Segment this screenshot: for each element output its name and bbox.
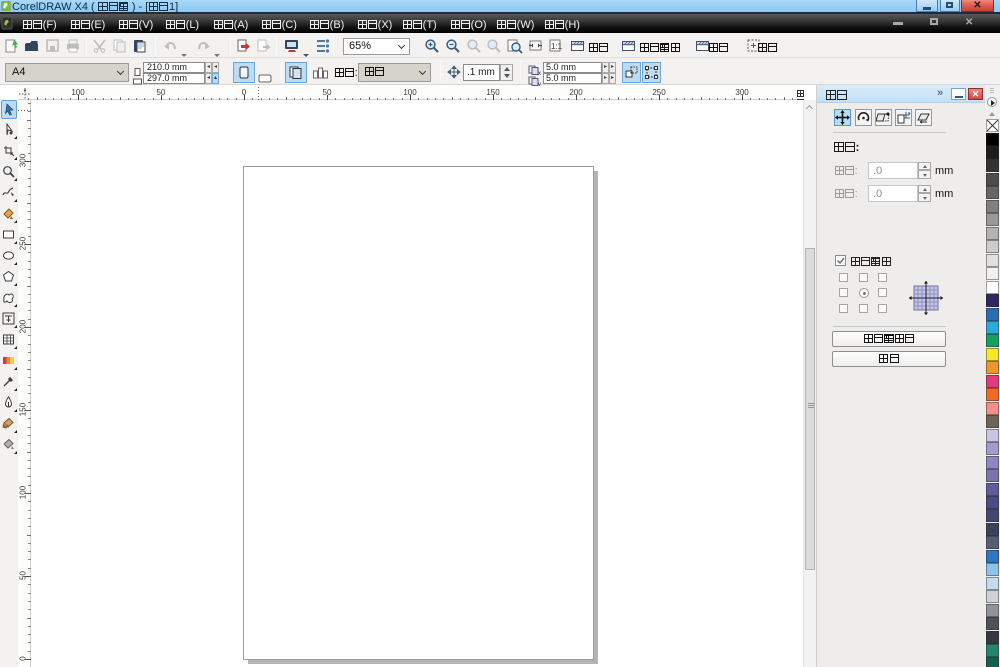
svg-text:1:1: 1:1 — [551, 42, 563, 51]
